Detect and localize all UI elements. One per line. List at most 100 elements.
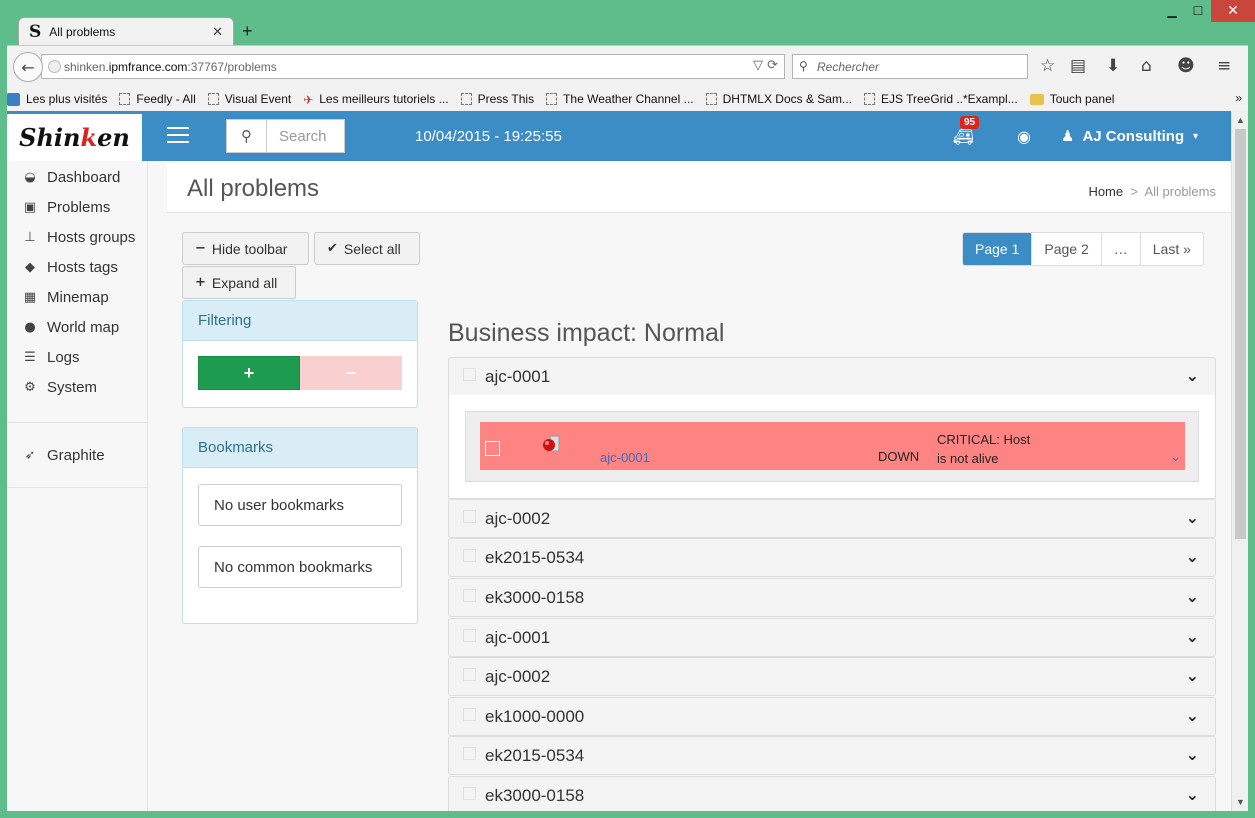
- expand-details-icon[interactable]: ⌄: [1170, 450, 1181, 465]
- sidebar-item-logs[interactable]: ☰ Logs: [7, 342, 147, 372]
- chevron-down-icon[interactable]: ⌄: [1186, 785, 1199, 804]
- bookmark-item[interactable]: Press This: [460, 92, 534, 106]
- chevron-down-icon[interactable]: ⌄: [1186, 666, 1199, 685]
- group-checkbox[interactable]: [463, 787, 476, 800]
- problem-state: DOWN: [878, 449, 920, 464]
- group-checkbox[interactable]: [463, 629, 476, 642]
- new-tab-button[interactable]: +: [242, 21, 253, 42]
- browser-search-input[interactable]: ⚲ Rechercher: [792, 54, 1028, 79]
- chevron-down-icon[interactable]: ⌄: [1186, 366, 1199, 385]
- breadcrumb-home[interactable]: Home: [1088, 184, 1123, 199]
- minimize-icon[interactable]: ▁: [1159, 0, 1185, 22]
- back-button[interactable]: ←: [13, 52, 43, 82]
- expand-all-button[interactable]: + Expand all: [182, 266, 296, 299]
- reload-icon[interactable]: ▽ ⟳: [753, 58, 778, 73]
- host-group-header[interactable]: ek3000-0158 ⌄: [448, 776, 1216, 811]
- bookmark-item[interactable]: Les plus visités: [7, 92, 107, 106]
- minus-icon: −: [195, 241, 206, 256]
- navigation-toolbar: shinken. ipmfrance.com:37767/problems ▽ ⟳…: [7, 45, 1248, 87]
- host-group-header[interactable]: ek3000-0158 ⌄: [448, 578, 1216, 617]
- bookmark-item[interactable]: The Weather Channel ...: [546, 92, 694, 106]
- problem-row[interactable]: ajc-0001 DOWN CRITICAL: Host is not aliv…: [480, 422, 1185, 470]
- host-group-header[interactable]: ek1000-0000 ⌄: [448, 697, 1216, 736]
- chevron-down-icon[interactable]: ⌄: [1186, 627, 1199, 646]
- check-icon: ✔: [327, 241, 338, 256]
- host-group-header[interactable]: ajc-0001 ⌄: [448, 618, 1216, 657]
- ambulance-icon[interactable]: 🚑︎: [953, 127, 973, 146]
- search-input[interactable]: Search: [267, 120, 327, 152]
- url-bar[interactable]: shinken. ipmfrance.com:37767/problems ▽ ⟳: [41, 54, 785, 79]
- chevron-down-icon[interactable]: ⌄: [1186, 547, 1199, 566]
- bookmark-item[interactable]: DHTMLX Docs & Sam...: [705, 92, 852, 106]
- group-checkbox[interactable]: [463, 589, 476, 602]
- most-visited-icon: [7, 92, 20, 106]
- hide-toolbar-button[interactable]: − Hide toolbar: [182, 232, 309, 265]
- group-checkbox[interactable]: [463, 510, 476, 523]
- sidebar-item-hosts-groups[interactable]: ⊥ Hosts groups: [7, 222, 147, 252]
- host-group-header[interactable]: ajc-0002 ⌄: [448, 657, 1216, 696]
- page-scrollbar[interactable]: ▲ ▼: [1231, 111, 1248, 811]
- sidebar-item-dashboard[interactable]: ◒ Dashboard: [7, 162, 147, 192]
- chevron-down-icon[interactable]: ⌄: [1186, 745, 1199, 764]
- remove-filter-button[interactable]: −: [300, 356, 402, 390]
- group-checkbox[interactable]: [463, 549, 476, 562]
- chevron-down-icon[interactable]: ⌄: [1186, 587, 1199, 606]
- tab-close-icon[interactable]: ✕: [212, 24, 223, 40]
- sidebar-item-graphite[interactable]: ➶ Graphite: [7, 440, 147, 470]
- sidebar-item-world-map[interactable]: ● World map: [7, 312, 147, 342]
- rocket-icon: ➶: [24, 447, 36, 463]
- star-icon[interactable]: ☆: [1040, 56, 1055, 76]
- sidebar-item-system[interactable]: ⚙ System: [7, 372, 147, 402]
- maximize-icon[interactable]: ☐: [1185, 0, 1211, 22]
- scroll-up-icon[interactable]: ▲: [1236, 115, 1245, 125]
- ambulance-icon: ▣: [23, 199, 37, 215]
- group-checkbox[interactable]: [463, 668, 476, 681]
- shinken-logo[interactable]: Shin k en: [7, 111, 142, 161]
- search-button[interactable]: ⚲: [227, 120, 267, 152]
- group-checkbox[interactable]: [463, 747, 476, 760]
- host-group-header[interactable]: ajc-0001 ⌄: [448, 357, 1216, 396]
- folder-icon: [1029, 93, 1044, 105]
- bookmark-item[interactable]: Feedly - All: [119, 92, 196, 106]
- chevron-down-icon[interactable]: ⌄: [1186, 706, 1199, 725]
- breadcrumb-current: All problems: [1144, 184, 1216, 199]
- sidebar-item-problems[interactable]: ▣ Problems: [7, 192, 147, 222]
- hamburger-menu-icon[interactable]: [167, 127, 189, 144]
- pagination-item[interactable]: Last »: [1139, 233, 1203, 265]
- bookmark-item[interactable]: Visual Event: [207, 92, 291, 106]
- problem-checkbox[interactable]: [485, 441, 500, 456]
- sidebar-item-minemap[interactable]: ▦ Minemap: [7, 282, 147, 312]
- menu-icon[interactable]: ≡: [1217, 56, 1231, 76]
- globe-icon: ●: [24, 319, 36, 335]
- reading-list-icon[interactable]: ▤: [1070, 56, 1086, 76]
- bookmark-item[interactable]: EJS TreeGrid ..*Exampl...: [863, 92, 1018, 106]
- tab-title: All problems: [49, 24, 116, 39]
- group-name: ajc-0002: [485, 666, 551, 686]
- bookmark-item[interactable]: ✈ Les meilleurs tutoriels ...: [303, 92, 448, 107]
- group-checkbox[interactable]: [463, 368, 476, 381]
- user-menu[interactable]: ♟ AJ Consulting ▼: [1061, 127, 1200, 145]
- close-window-icon[interactable]: ✕: [1211, 0, 1255, 22]
- group-checkbox[interactable]: [463, 708, 476, 721]
- download-icon[interactable]: ⬇: [1106, 56, 1120, 76]
- host-group-header[interactable]: ajc-0002 ⌄: [448, 499, 1216, 538]
- pagination-item[interactable]: Page 1: [963, 233, 1032, 265]
- browser-tab[interactable]: S All problems ✕: [18, 17, 234, 45]
- bookmarks-overflow-icon[interactable]: »: [1235, 91, 1242, 105]
- add-filter-button[interactable]: +: [198, 356, 300, 390]
- scroll-down-icon[interactable]: ▼: [1236, 797, 1245, 807]
- chat-icon[interactable]: ☻: [1177, 56, 1195, 76]
- host-group-header[interactable]: ek2015-0534 ⌄: [448, 538, 1216, 577]
- problem-host-link[interactable]: ajc-0001: [600, 450, 650, 465]
- pagination: Page 1 Page 2… Last »: [962, 232, 1204, 266]
- chevron-down-icon[interactable]: ⌄: [1186, 508, 1199, 527]
- select-all-button[interactable]: ✔ Select all: [314, 232, 420, 265]
- bookmark-item[interactable]: Touch panel: [1029, 92, 1114, 106]
- home-icon[interactable]: ⌂: [1141, 56, 1152, 76]
- host-group-header[interactable]: ek2015-0534 ⌄: [448, 736, 1216, 775]
- pagination-item[interactable]: …: [1100, 233, 1140, 265]
- sidebar-item-hosts-tags[interactable]: ◆ Hosts tags: [7, 252, 147, 282]
- scrollbar-thumb[interactable]: [1235, 129, 1246, 539]
- eye-icon[interactable]: ◉: [1017, 127, 1031, 146]
- pagination-item[interactable]: Page 2: [1031, 233, 1100, 265]
